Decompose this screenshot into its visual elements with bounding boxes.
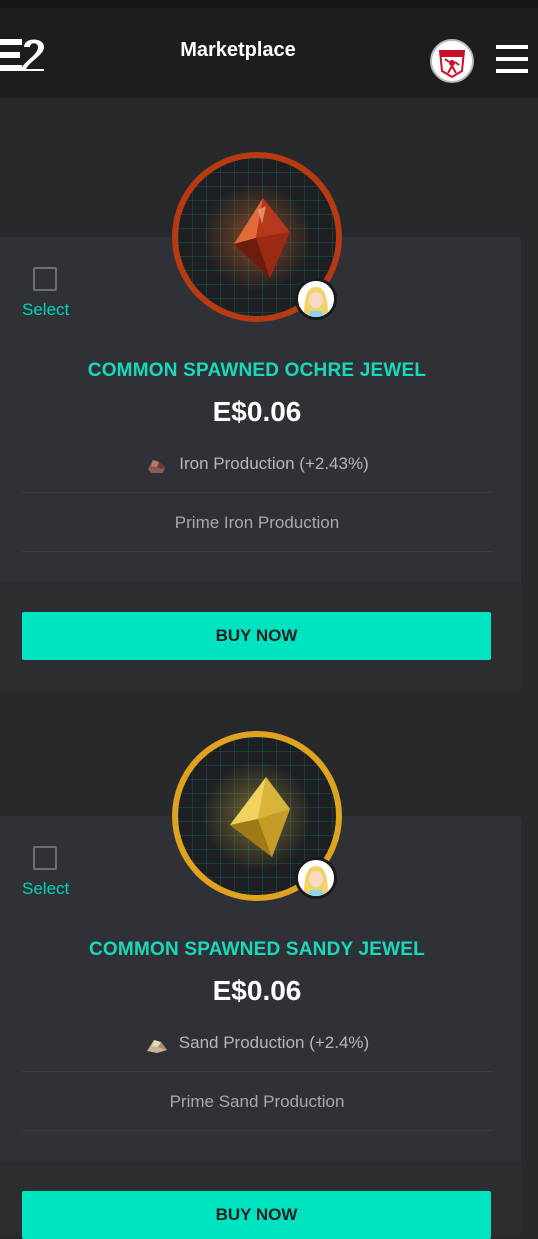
buy-now-button[interactable]: BUY NOW [22,1191,491,1239]
status-bar [0,0,538,8]
iron-ore-icon [148,459,166,473]
anime-girl-avatar-icon [298,281,334,317]
anime-girl-avatar-icon [298,860,334,896]
item-price: E$0.06 [212,396,302,427]
divider [22,1130,492,1131]
sand-pile-icon [146,1039,167,1053]
divider [22,551,492,552]
select-checkbox[interactable] [33,267,57,291]
select-label[interactable]: Select [22,879,69,899]
attribute-text: Sand Production (+2.4%) [178,1033,370,1052]
user-avatar[interactable] [430,39,474,83]
top-header: Marketplace [0,8,538,98]
hamburger-menu-icon[interactable] [496,45,528,73]
attribute-row: Sand Production (+2.4%) [0,1033,514,1054]
divider [22,492,492,493]
prime-attribute: Prime Sand Production [169,1092,345,1111]
america-club-badge-icon [432,41,472,81]
prime-attribute: Prime Iron Production [174,513,340,532]
page-title: Marketplace [180,39,296,61]
select-label[interactable]: Select [22,300,69,320]
item-title[interactable]: COMMON SPAWNED OCHRE JEWEL [0,360,514,382]
divider [22,1071,492,1072]
select-checkbox[interactable] [33,846,57,870]
attribute-text: Iron Production (+2.43%) [179,454,369,473]
attribute-row: Iron Production (+2.43%) [0,454,514,475]
item-price: E$0.06 [212,975,302,1006]
buy-now-button[interactable]: BUY NOW [22,612,491,660]
item-title[interactable]: COMMON SPAWNED SANDY JEWEL [0,939,514,961]
owner-avatar[interactable] [295,278,337,320]
owner-avatar[interactable] [295,857,337,899]
